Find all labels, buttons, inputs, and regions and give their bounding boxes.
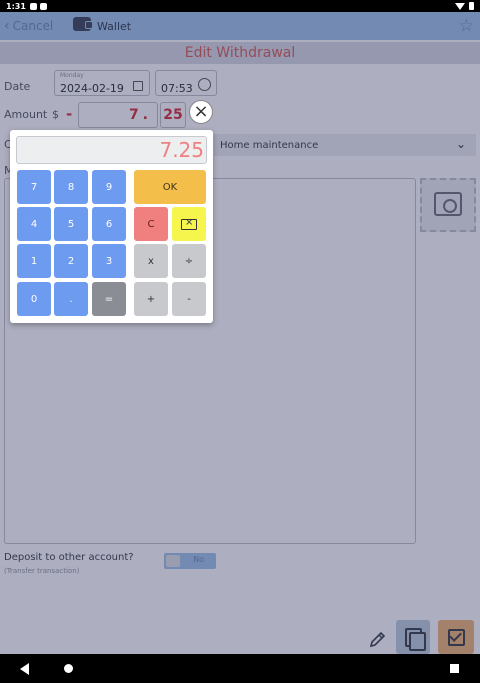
back-icon[interactable] — [20, 663, 29, 675]
battery-saver-icon — [39, 2, 47, 10]
modal-overlay[interactable] — [0, 12, 480, 654]
key-7[interactable]: 7 — [17, 170, 51, 204]
system-nav-bar — [0, 654, 480, 683]
wifi-icon — [455, 2, 465, 10]
divide-button[interactable]: ÷ — [172, 244, 206, 278]
clear-button[interactable]: C — [134, 207, 168, 241]
key-1[interactable]: 1 — [17, 244, 51, 278]
key-6[interactable]: 6 — [92, 207, 126, 241]
battery-icon — [469, 2, 474, 10]
multiply-button[interactable]: x — [134, 244, 168, 278]
key-3[interactable]: 3 — [92, 244, 126, 278]
key-5[interactable]: 5 — [54, 207, 88, 241]
ok-button[interactable]: OK — [134, 170, 206, 204]
calculator-display: 7.25 — [16, 136, 207, 164]
calculator-dialog: 7.25 7 8 9 OK 4 5 6 C 1 2 3 x ÷ 0 . = + … — [10, 130, 213, 323]
minus-button[interactable]: - — [172, 282, 206, 316]
status-time: 1:31 — [6, 1, 26, 11]
backspace-button[interactable] — [172, 207, 206, 241]
key-2[interactable]: 2 — [54, 244, 88, 278]
key-decimal[interactable]: . — [54, 282, 88, 316]
key-4[interactable]: 4 — [17, 207, 51, 241]
recent-apps-icon[interactable] — [450, 664, 459, 673]
backspace-icon — [181, 217, 197, 230]
key-8[interactable]: 8 — [54, 170, 88, 204]
status-bar: 1:31 — [0, 0, 480, 12]
key-9[interactable]: 9 — [92, 170, 126, 204]
plus-button[interactable]: + — [134, 282, 168, 316]
key-0[interactable]: 0 — [17, 282, 51, 316]
close-calculator-button[interactable]: × — [189, 100, 213, 124]
notification-icon — [29, 2, 37, 10]
home-icon[interactable] — [64, 664, 73, 673]
equals-button[interactable]: = — [92, 282, 126, 316]
